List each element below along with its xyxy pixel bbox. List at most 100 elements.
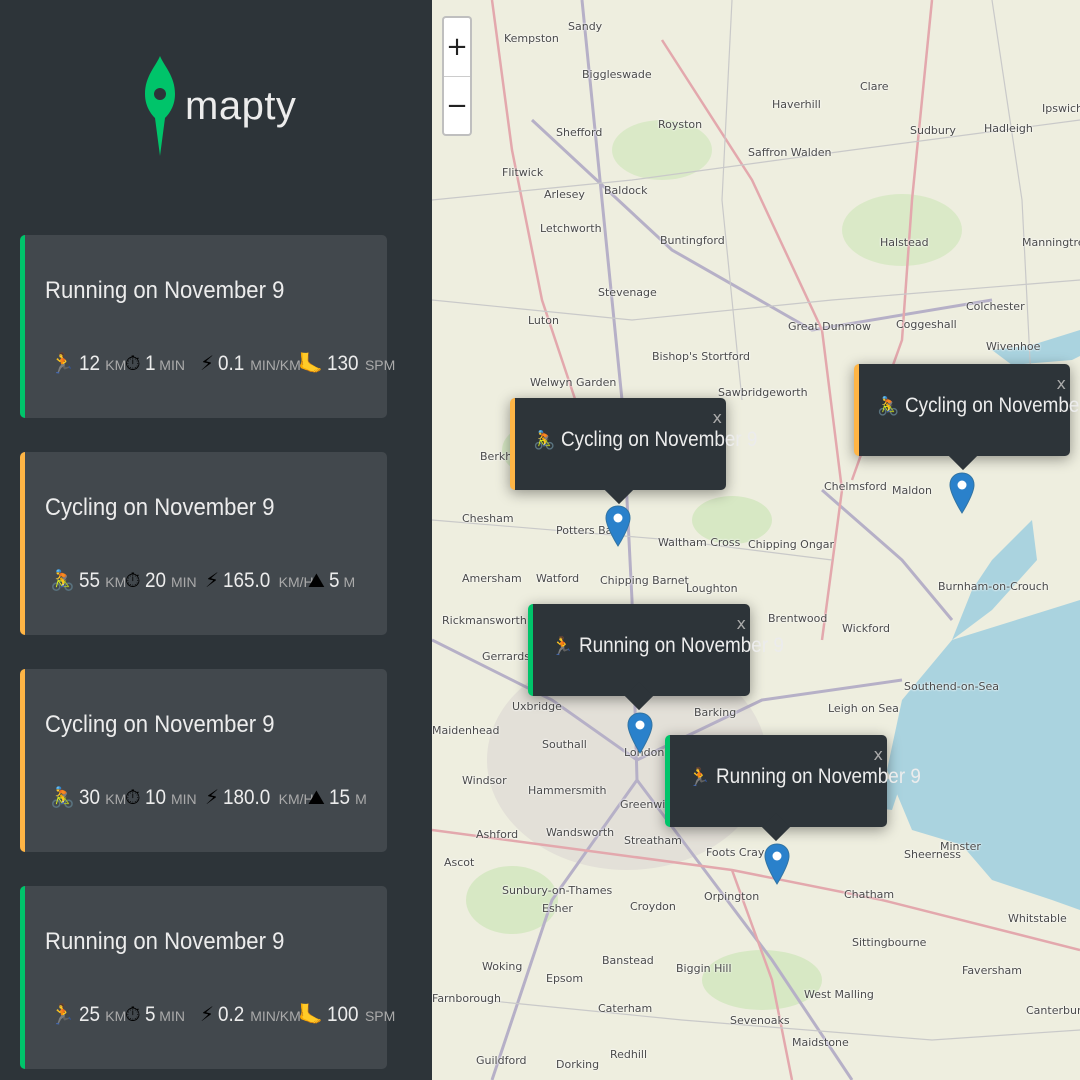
runner-icon: 🏃 (551, 635, 574, 657)
cadence-detail: 🦶 100 spm (298, 999, 395, 1029)
place-label: Banstead (602, 954, 654, 967)
place-label: Coggeshall (896, 318, 957, 331)
speed-detail: ⚡ 180.0 km/h (205, 782, 314, 812)
zoom-control: + − (442, 16, 472, 136)
workout-title: Running on November 9 (45, 928, 285, 955)
place-label: Chatham (844, 888, 895, 901)
place-label: Foots Cray (706, 846, 765, 859)
place-label: Guildford (476, 1054, 527, 1067)
cyclist-icon: 🚴 (50, 785, 75, 809)
place-label: Luton (528, 314, 559, 327)
place-label: Sheerness (904, 848, 962, 861)
workout-popup[interactable]: 🏃 Running on November 9 x (665, 735, 921, 842)
place-label: Barking (694, 706, 737, 719)
workout-item-cycling[interactable]: Cycling on November 9 🚴 55 km ⏱ 20 min ⚡ 165.… (20, 452, 387, 635)
place-label: Sawbridgeworth (718, 386, 808, 399)
place-label: Wickford (842, 622, 891, 635)
workout-popup[interactable]: 🚴Cycling on November 9 x (510, 398, 758, 505)
place-label: Chipping Ongar (748, 538, 835, 551)
place-label: West Malling (804, 988, 874, 1001)
place-label: Maidstone (792, 1036, 849, 1049)
place-label: Rickmansworth (442, 614, 527, 627)
stopwatch-icon: ⏱ (125, 568, 141, 592)
place-label: Ashford (476, 828, 519, 841)
place-label: Maidenhead (432, 724, 500, 737)
map-marker-icon[interactable] (627, 712, 653, 754)
place-label: Chelmsford (824, 480, 887, 493)
place-label: Whitstable (1008, 912, 1067, 925)
place-label: Southall (542, 738, 587, 751)
distance-detail: 🚴 55 km (50, 565, 126, 595)
map-marker-icon[interactable] (764, 843, 790, 885)
workout-item-running[interactable]: Running on November 9 🏃 25 km ⏱ 5 min ⚡ 0.2 mi… (20, 886, 395, 1069)
map[interactable]: Kempston Sandy Biggleswade Clare Haverhill Ip… (432, 0, 1080, 1080)
map-marker-icon[interactable] (949, 472, 975, 514)
place-label: Stevenage (598, 286, 657, 299)
place-label: Sevenoaks (730, 1014, 790, 1027)
workout-item-running[interactable]: Running on November 9 🏃 12 km ⏱ 1 min ⚡ 0.1 mi… (20, 235, 395, 418)
place-label: Esher (542, 902, 573, 915)
place-label: Southend-on-Sea (904, 680, 1000, 693)
place-label: Canterbury (1026, 1004, 1080, 1017)
place-label: Ascot (444, 856, 475, 869)
place-label: Epsom (546, 972, 584, 985)
lightning-icon: ⚡ (205, 785, 220, 809)
runner-icon: 🏃 (688, 766, 711, 788)
popup-close-button[interactable]: x (1057, 374, 1066, 393)
popup-close-button[interactable]: x (874, 745, 883, 764)
runner-icon: 🏃 (50, 1002, 75, 1026)
duration-detail: ⏱ 10 min (125, 782, 197, 812)
place-label: Wandsworth (546, 826, 615, 839)
distance-detail: 🚴 30 km (50, 782, 126, 812)
place-label: Letchworth (540, 222, 602, 235)
place-label: Royston (658, 118, 703, 131)
place-label: Saffron Walden (748, 146, 832, 159)
place-label: Maldon (892, 484, 932, 497)
pace-detail: ⚡ 0.2 min/km (200, 999, 301, 1029)
map-marker-icon[interactable] (605, 505, 631, 547)
place-label: Clare (860, 80, 889, 93)
place-label: Dorking (556, 1058, 600, 1071)
lightning-icon: ⚡ (200, 351, 215, 375)
place-label: Wivenhoe (986, 340, 1041, 353)
workout-title: Running on November 9 (45, 277, 285, 304)
place-label: Chipping Barnet (600, 574, 689, 587)
place-label: Caterham (598, 1002, 653, 1015)
zoom-out-button[interactable]: − (444, 76, 470, 134)
place-label: Watford (536, 572, 580, 585)
duration-detail: ⏱ 5 min (125, 999, 185, 1029)
place-label: Loughton (686, 582, 738, 595)
stopwatch-icon: ⏱ (125, 351, 141, 375)
stopwatch-icon: ⏱ (125, 1002, 141, 1026)
runner-icon: 🏃 (50, 351, 75, 375)
distance-detail: 🏃 25 km (50, 999, 126, 1029)
popup-close-button[interactable]: x (713, 408, 722, 427)
place-label: Haverhill (772, 98, 821, 111)
workout-popup[interactable]: 🚴Cycling on November 9 x (854, 364, 1080, 471)
mountain-icon: ⛰ (308, 568, 325, 592)
place-label: Bishop's Stortford (652, 350, 751, 363)
workout-popup[interactable]: 🏃 Running on November 9 x (528, 604, 784, 711)
place-label: Croydon (630, 900, 676, 913)
place-label: Sandy (568, 20, 603, 33)
place-label: Colchester (966, 300, 1025, 313)
zoom-in-button[interactable]: + (444, 18, 470, 76)
place-label: Uxbridge (512, 700, 562, 713)
place-label: Arlesey (544, 188, 585, 201)
pace-detail: ⚡ 0.1 min/km (200, 348, 301, 378)
workout-item-cycling[interactable]: Cycling on November 9 🚴 30 km ⏱ 10 min ⚡ 180.… (20, 669, 387, 852)
distance-detail: 🏃 12 km (50, 348, 126, 378)
cadence-detail: 🦶 130 spm (298, 348, 395, 378)
app-name: mapty (185, 83, 297, 128)
footprint-icon: 🦶 (298, 1002, 323, 1026)
place-label: Brentwood (768, 612, 828, 625)
place-label: Welwyn Garden (530, 376, 617, 389)
place-label: Sunbury-on-Thames (502, 884, 613, 897)
cyclist-icon: 🚴 (877, 395, 900, 417)
place-label: Biggleswade (582, 68, 652, 81)
map-pin-logo-icon (145, 56, 175, 156)
place-label: Amersham (462, 572, 522, 585)
place-label: Kempston (504, 32, 559, 45)
popup-close-button[interactable]: x (737, 614, 746, 633)
app-logo: mapty (143, 54, 296, 158)
